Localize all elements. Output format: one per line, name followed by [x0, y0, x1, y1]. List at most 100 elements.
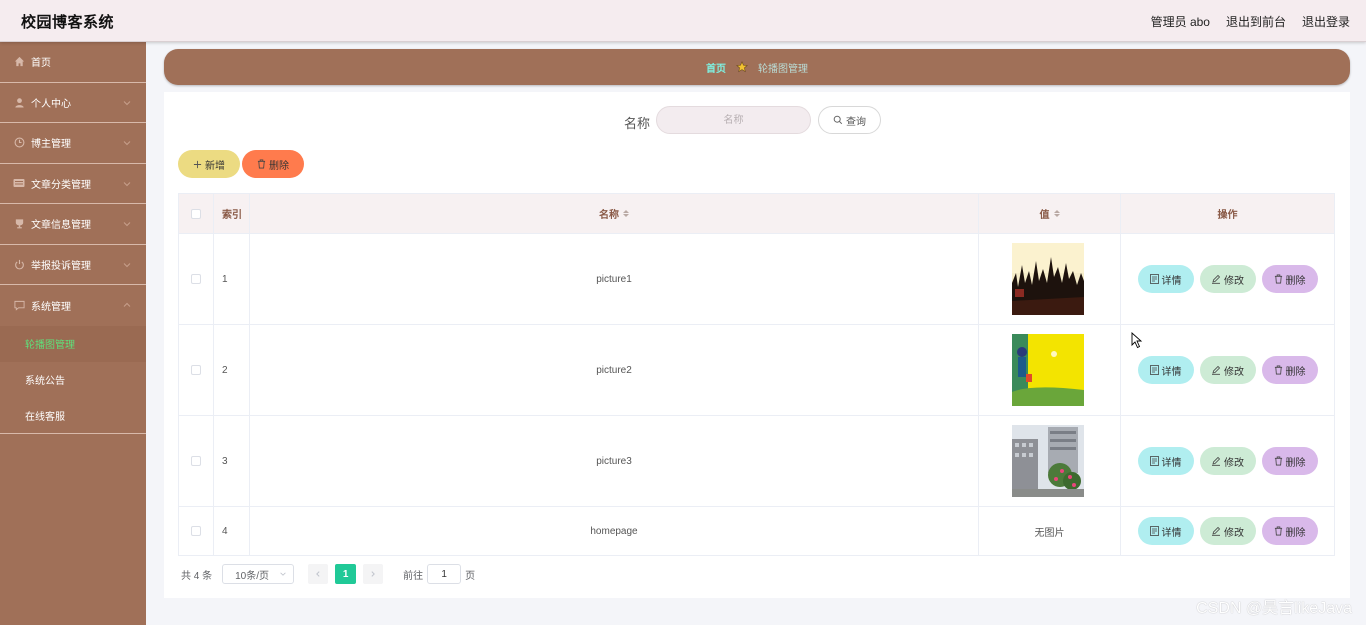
delete-button[interactable]: 删除: [1261, 356, 1318, 384]
breadcrumb-current: 轮播图管理: [758, 63, 808, 75]
sidebar-item-articles[interactable]: 文章信息管理: [0, 204, 146, 245]
sidebar-subitem-notice[interactable]: 系统公告: [0, 362, 146, 398]
header-ops: 操作: [1217, 210, 1238, 221]
chevron-down-icon: [123, 262, 131, 267]
prev-page-button[interactable]: [308, 564, 329, 584]
user-icon: [13, 96, 25, 108]
sidebar-subitem-service[interactable]: 在线客服: [0, 398, 146, 434]
sidebar-item-label: 举报投诉管理: [31, 260, 91, 272]
next-page-button[interactable]: [363, 564, 384, 584]
add-button-label: 新增: [205, 160, 225, 172]
edit-label: 修改: [1224, 527, 1244, 539]
pencil-icon: [1212, 365, 1221, 375]
table-row: 1 picture1 详情 修改 删除: [179, 234, 1334, 325]
top-bar: 校园博客系统 管理员 abo 退出到前台 退出登录: [0, 0, 1366, 42]
batch-delete-label: 删除: [269, 160, 289, 172]
delete-button[interactable]: 删除: [1261, 265, 1318, 293]
sidebar-item-label: 个人中心: [31, 98, 71, 110]
row-name: picture2: [596, 364, 632, 376]
chevron-down-icon: [280, 572, 286, 576]
edit-button[interactable]: 修改: [1199, 356, 1256, 384]
carousel-table: 索引 名称 值 操作 1 picture1 详情 修改 删除 2 picture…: [178, 193, 1335, 556]
main-panel: 名称 查询 新增 删除 索引 名称 值 操作: [164, 92, 1350, 598]
mouse-cursor-icon: [1131, 332, 1143, 349]
breadcrumb-home[interactable]: 首页: [706, 60, 726, 75]
row-checkbox[interactable]: [191, 526, 201, 536]
sidebar-item-system[interactable]: 系统管理: [0, 285, 146, 326]
row-name: homepage: [590, 525, 638, 537]
pencil-icon: [1212, 456, 1221, 466]
pencil-icon: [1212, 274, 1221, 284]
detail-label: 详情: [1161, 527, 1182, 539]
delete-button[interactable]: 删除: [1261, 517, 1318, 545]
goto-prefix: 前往: [403, 570, 424, 582]
row-index: 1: [222, 273, 228, 285]
edit-label: 修改: [1224, 457, 1244, 469]
search-form: 名称 查询: [164, 106, 1350, 134]
query-button-label: 查询: [846, 116, 866, 128]
chevron-down-icon: [123, 100, 131, 105]
delete-label: 删除: [1285, 366, 1306, 378]
logout-link[interactable]: 退出登录: [1302, 13, 1350, 30]
chevron-down-icon: [123, 141, 131, 146]
sidebar-item-label: 文章分类管理: [31, 179, 91, 191]
delete-button[interactable]: 删除: [1261, 447, 1318, 475]
delete-label: 删除: [1285, 457, 1306, 469]
document-icon: [1149, 526, 1159, 536]
detail-label: 详情: [1161, 275, 1182, 287]
sidebar-subitem-carousel[interactable]: 轮播图管理: [0, 325, 146, 362]
sidebar-item-personal[interactable]: 个人中心: [0, 83, 146, 123]
detail-label: 详情: [1161, 366, 1182, 378]
admin-user-label[interactable]: 管理员 abo: [1151, 13, 1210, 30]
edit-label: 修改: [1224, 275, 1244, 287]
edit-label: 修改: [1224, 366, 1244, 378]
top-actions: 管理员 abo 退出到前台 退出登录: [1151, 13, 1350, 30]
sidebar-item-bloggers[interactable]: 博主管理: [0, 123, 146, 164]
document-icon: [1149, 456, 1159, 466]
header-name-sortable[interactable]: 名称: [250, 194, 979, 233]
sidebar-item-categories[interactable]: 文章分类管理: [0, 164, 146, 204]
goto-page-input[interactable]: [427, 564, 462, 584]
trash-icon: [1274, 456, 1282, 466]
select-all-checkbox[interactable]: [191, 208, 201, 219]
sidebar-item-label: 文章信息管理: [31, 220, 91, 232]
chevron-right-icon: [371, 571, 376, 577]
trash-icon: [1274, 526, 1282, 536]
breadcrumb: 首页 轮播图管理: [164, 49, 1350, 85]
trophy-icon: [13, 218, 25, 230]
sidebar-item-label: 首页: [31, 58, 51, 70]
edit-button[interactable]: 修改: [1199, 517, 1256, 545]
add-button[interactable]: 新增: [178, 150, 240, 178]
row-name: picture1: [596, 273, 632, 285]
batch-delete-button[interactable]: 删除: [242, 150, 304, 178]
edit-button[interactable]: 修改: [1199, 265, 1256, 293]
row-checkbox[interactable]: [191, 274, 201, 284]
detail-button[interactable]: 详情: [1137, 517, 1194, 545]
sidebar-item-home[interactable]: 首页: [0, 42, 146, 83]
no-image-text: 无图片: [1034, 527, 1065, 539]
goto-suffix: 页: [465, 570, 476, 582]
front-page-link[interactable]: 退出到前台: [1226, 13, 1286, 30]
detail-button[interactable]: 详情: [1137, 356, 1194, 384]
table-header: 索引 名称 值 操作: [179, 194, 1334, 234]
carousel-thumbnail: [1011, 425, 1084, 497]
chat-icon: [13, 299, 25, 311]
query-button[interactable]: 查询: [818, 106, 881, 134]
row-checkbox[interactable]: [191, 365, 201, 375]
page-number-current[interactable]: 1: [335, 564, 357, 584]
page-size-value: 10条/页: [235, 570, 270, 582]
header-value: 值: [1039, 210, 1050, 221]
page-size-select[interactable]: 10条/页: [222, 564, 295, 584]
detail-button[interactable]: 详情: [1137, 447, 1194, 475]
detail-button[interactable]: 详情: [1137, 265, 1194, 293]
search-input[interactable]: [656, 106, 811, 134]
sidebar: 首页 个人中心 博主管理 文章分类管理 文章信息管理 举报投诉管理 系统管理 轮…: [0, 42, 146, 625]
delete-label: 删除: [1285, 527, 1306, 539]
row-checkbox[interactable]: [191, 456, 201, 466]
edit-button[interactable]: 修改: [1199, 447, 1256, 475]
clock-icon: [13, 137, 25, 149]
header-value-sortable[interactable]: 值: [979, 194, 1121, 233]
sidebar-item-reports[interactable]: 举报投诉管理: [0, 245, 146, 285]
search-icon: [833, 115, 843, 125]
delete-label: 删除: [1285, 275, 1306, 287]
